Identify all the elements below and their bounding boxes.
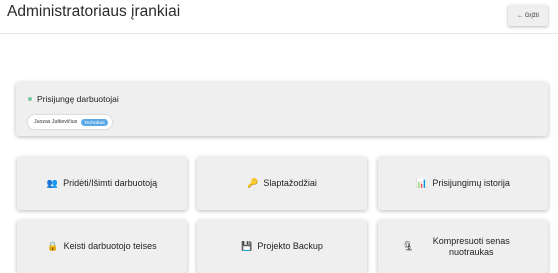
- key-icon: 🔑: [247, 178, 259, 188]
- compress-photos-button[interactable]: 🗜 Kompresuoti senas nuotraukas: [378, 220, 548, 273]
- role-badge: Technikas: [81, 118, 108, 126]
- passwords-label: Slaptažodžiai: [263, 178, 317, 189]
- online-user-chip: Juozas Jutkevičius Technikas: [28, 115, 112, 129]
- passwords-button[interactable]: 🔑 Slaptažodžiai: [197, 157, 367, 210]
- change-permissions-label: Keisti darbuotojo teises: [63, 241, 157, 252]
- back-button[interactable]: ← Grįžti: [508, 5, 548, 26]
- login-history-button[interactable]: 📊 Prisijungimų istorija: [378, 157, 548, 210]
- people-icon: 👥: [46, 178, 59, 188]
- add-remove-employee-button[interactable]: 👥 Pridėti/Išimti darbuotoją: [17, 157, 187, 210]
- add-remove-employee-label: Pridėti/Išimti darbuotoją: [63, 178, 158, 189]
- lock-icon: 🔒: [47, 241, 59, 251]
- compress-photos-label: Kompresuoti senas nuotraukas: [432, 235, 510, 257]
- online-employees-panel: Prisijungę darbuotojai Juozas Jutkevičiu…: [16, 82, 548, 136]
- change-permissions-button[interactable]: 🔒 Keisti darbuotojo teises: [17, 220, 187, 273]
- online-status-dot-icon: [28, 97, 32, 101]
- online-user-name: Juozas Jutkevičius: [34, 119, 78, 125]
- project-backup-label: Projekto Backup: [257, 241, 323, 252]
- online-employees-label: Prisijungę darbuotojai: [37, 94, 119, 104]
- project-backup-button[interactable]: 💾 Projekto Backup: [197, 220, 367, 273]
- clamp-icon: 🗜: [402, 241, 415, 251]
- floppy-disk-icon: 💾: [241, 241, 253, 251]
- online-employees-heading: Prisijungę darbuotojai: [28, 94, 119, 104]
- header-divider: [0, 33, 558, 34]
- bar-chart-icon: 📊: [416, 178, 428, 188]
- page-title: Administratoriaus įrankiai: [7, 3, 181, 20]
- login-history-label: Prisijungimų istorija: [432, 178, 510, 189]
